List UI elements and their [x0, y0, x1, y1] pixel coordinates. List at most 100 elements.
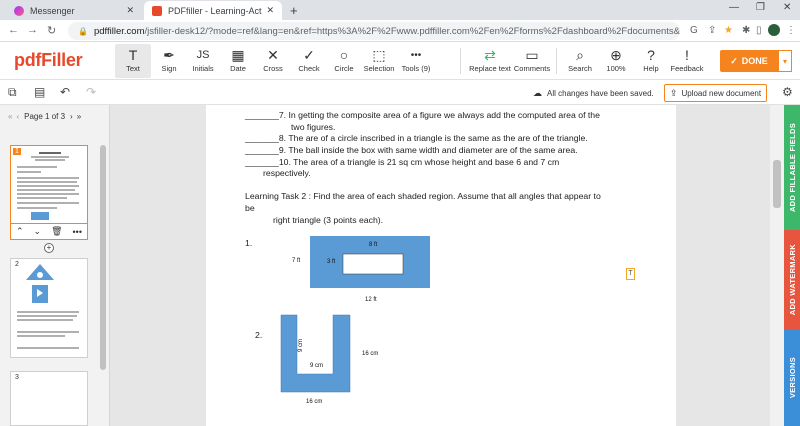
- save-status: ☁ All changes have been saved.: [533, 88, 654, 99]
- url-domain: pdffiller.com: [93, 25, 145, 37]
- tab-close-icon[interactable]: ✕: [266, 5, 274, 16]
- tool-label: Search: [568, 64, 592, 73]
- circle-tool-button[interactable]: ○ Circle: [326, 44, 362, 78]
- messenger-favicon-icon: [14, 5, 24, 16]
- zoom-button[interactable]: ⊕ 100%: [598, 44, 634, 78]
- sign-tool-button[interactable]: ✒ Sign: [151, 44, 187, 78]
- done-label: DONE: [741, 56, 768, 66]
- feedback-icon: !: [685, 47, 689, 63]
- side-tab-label: ADD WATERMARK: [787, 244, 797, 316]
- selection-tool-button[interactable]: ⬚ Selection: [361, 44, 397, 78]
- help-icon: ?: [647, 47, 655, 63]
- move-up-icon[interactable]: ⌃: [16, 226, 24, 237]
- lock-icon: 🔒: [78, 26, 88, 36]
- comments-button[interactable]: ▭ Comments: [512, 44, 552, 78]
- url-field[interactable]: 🔒 pdffiller.com/jsfiller-desk12/?mode=re…: [68, 22, 680, 40]
- check-icon: ✓: [303, 47, 315, 63]
- scrollbar-thumb[interactable]: [773, 160, 781, 208]
- tool-label: Circle: [334, 64, 354, 73]
- versions-tab[interactable]: VERSIONS: [784, 330, 800, 426]
- thumbnail-actions: ⌃ ⌄ 🗑 •••: [10, 224, 88, 240]
- tab-close-icon[interactable]: ✕: [126, 5, 134, 16]
- pdffiller-logo: pdfFiller: [14, 50, 83, 70]
- more-dots-icon: •••: [410, 50, 422, 61]
- pages-scrollbar[interactable]: [100, 145, 106, 370]
- reload-icon[interactable]: ↻: [47, 24, 56, 37]
- tab-pdffiller[interactable]: PDFfiller - Learning-Activity-She ✕: [144, 1, 282, 20]
- done-dropdown-icon[interactable]: ▾: [778, 50, 792, 72]
- text-tool-button[interactable]: T Text: [115, 44, 151, 78]
- tool-label: 100%: [606, 64, 626, 73]
- search-button[interactable]: ⌕ Search: [562, 44, 598, 78]
- pages-panel-icon[interactable]: ⧉: [8, 85, 17, 100]
- tool-label: Comments: [513, 64, 551, 73]
- tool-label: Replace text: [469, 64, 511, 73]
- bookmark-star-icon[interactable]: ★: [724, 25, 733, 36]
- delete-page-icon[interactable]: 🗑: [51, 226, 62, 237]
- google-icon[interactable]: G: [690, 25, 698, 36]
- move-down-icon[interactable]: ⌄: [34, 226, 42, 237]
- next-page-icon[interactable]: ›: [70, 112, 73, 121]
- document-line: _______7. In getting the composite area …: [245, 110, 600, 120]
- upload-new-document-button[interactable]: ⇪ Upload new document: [664, 84, 767, 102]
- last-page-icon[interactable]: »: [77, 112, 81, 121]
- cross-tool-button[interactable]: ✕ Cross: [255, 44, 291, 78]
- extensions-icon[interactable]: ✱: [742, 25, 750, 36]
- text-field-marker[interactable]: T: [626, 268, 635, 280]
- help-button[interactable]: ? Help: [633, 44, 669, 78]
- first-page-icon[interactable]: «: [8, 112, 12, 121]
- initials-icon: JS: [196, 49, 210, 61]
- document-line: right triangle (3 points each).: [273, 215, 384, 225]
- gear-icon[interactable]: ⚙: [782, 85, 793, 99]
- add-page-button[interactable]: +: [44, 243, 54, 253]
- replace-text-button[interactable]: ⇄ Replace text: [468, 44, 512, 78]
- check-tool-button[interactable]: ✓ Check: [291, 44, 327, 78]
- undo-icon[interactable]: ↶: [60, 85, 70, 99]
- check-icon: ✓: [730, 55, 738, 66]
- page-number: 1: [13, 148, 21, 155]
- document-line: be: [245, 203, 255, 213]
- done-button[interactable]: ✓ DONE: [720, 50, 778, 72]
- fig2-arm-label: 9 cm: [298, 339, 304, 352]
- initials-tool-button[interactable]: JS Initials: [185, 44, 221, 78]
- minimize-icon[interactable]: —: [729, 2, 739, 13]
- cross-icon: ✕: [267, 47, 279, 63]
- tool-label: Selection: [363, 64, 395, 73]
- maximize-icon[interactable]: ❐: [756, 2, 765, 13]
- share-icon[interactable]: ⇪: [708, 25, 716, 36]
- back-icon[interactable]: ←: [8, 24, 19, 36]
- page-thumbnail-3[interactable]: 3: [10, 371, 88, 426]
- figure-1-rectangle: 8 ft 7 ft 3 ft 12 ft: [292, 236, 430, 303]
- page-thumbnail-1[interactable]: 1: [10, 145, 88, 224]
- document-settings-icon[interactable]: ▤: [34, 85, 45, 99]
- pen-icon: ✒: [163, 47, 175, 63]
- window-close-icon[interactable]: ✕: [783, 2, 791, 13]
- page-more-icon[interactable]: •••: [73, 227, 82, 237]
- prev-page-icon[interactable]: ‹: [16, 112, 19, 121]
- figure-2-u-shape: 9 cm 16 cm 9 cm 16 cm: [280, 314, 378, 405]
- sidepanel-icon[interactable]: ▯: [756, 25, 762, 36]
- document-line: Learning Task 2 : Find the area of each …: [245, 191, 601, 201]
- tab-messenger[interactable]: Messenger ✕: [6, 1, 142, 20]
- search-icon: ⌕: [576, 47, 584, 63]
- page-thumbnail-2[interactable]: 2: [10, 258, 88, 358]
- document-scrollbar[interactable]: [770, 105, 784, 426]
- add-fillable-fields-tab[interactable]: ADD FILLABLE FIELDS: [784, 105, 800, 230]
- profile-avatar[interactable]: [768, 24, 780, 36]
- zoom-icon: ⊕: [610, 47, 622, 63]
- date-tool-button[interactable]: ▦ Date: [220, 44, 256, 78]
- toolbar-divider: [556, 48, 557, 74]
- upload-label: Upload new document: [681, 88, 762, 98]
- redo-icon[interactable]: ↷: [86, 85, 96, 99]
- more-tools-button[interactable]: ••• Tools (9): [396, 44, 436, 78]
- u-shape: [280, 314, 351, 393]
- browser-menu-icon[interactable]: ⋮: [786, 25, 796, 36]
- new-tab-button[interactable]: +: [290, 3, 298, 18]
- tool-label: Text: [126, 64, 140, 73]
- url-path: /jsfiller-desk12/?mode=ref&lang=en&ref=h…: [144, 25, 680, 37]
- document-line: respectively.: [263, 168, 311, 178]
- feedback-button[interactable]: ! Feedback: [668, 44, 706, 78]
- add-watermark-tab[interactable]: ADD WATERMARK: [784, 230, 800, 330]
- document-line: _______9. The ball inside the box with s…: [245, 145, 578, 155]
- forward-icon[interactable]: →: [27, 24, 38, 36]
